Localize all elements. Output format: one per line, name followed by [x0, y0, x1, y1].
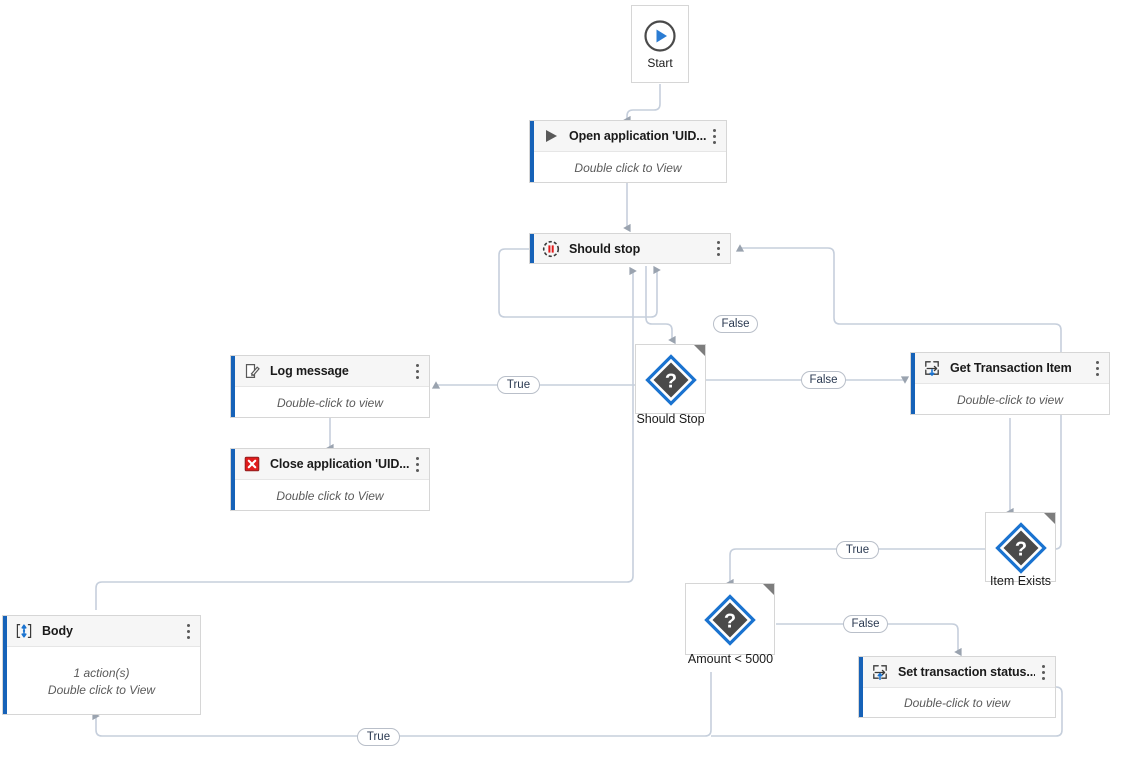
- question-diamond-icon: ?: [995, 522, 1047, 579]
- node-accent-bar: [231, 449, 235, 510]
- node-subtitle-line-1: 1 action(s): [73, 665, 129, 682]
- node-item-exists[interactable]: ?: [985, 512, 1056, 582]
- node-subtitle: Double-click to view: [277, 395, 383, 412]
- node-accent-bar: [911, 353, 915, 414]
- node-accent-bar: [530, 234, 534, 263]
- node-menu-button[interactable]: [1035, 661, 1051, 683]
- node-title: Log message: [270, 364, 409, 378]
- svg-text:?: ?: [664, 371, 676, 393]
- node-title: Open application 'UID...: [569, 129, 706, 143]
- node-header[interactable]: Log message: [231, 356, 429, 387]
- node-menu-button[interactable]: [1089, 357, 1105, 379]
- edge-label-false-amount: False: [843, 615, 888, 633]
- node-header[interactable]: Body: [3, 616, 200, 647]
- pencil-note-icon: [243, 362, 261, 380]
- node-body: Double click to View: [530, 152, 726, 184]
- node-amount-check-label: Amount < 5000: [665, 652, 796, 666]
- node-start-label: Start: [647, 56, 672, 70]
- workflow-canvas[interactable]: Start Open application 'UID... Double cl…: [0, 0, 1141, 761]
- collapse-corner-icon[interactable]: [763, 584, 774, 595]
- transaction-in-icon: [923, 359, 941, 377]
- node-body: Double-click to view: [911, 384, 1109, 416]
- node-body: Double-click to view: [231, 387, 429, 419]
- node-subtitle: Double-click to view: [904, 695, 1010, 712]
- node-title: Should stop: [569, 242, 710, 256]
- node-body: 1 action(s) Double click to View: [3, 647, 200, 716]
- node-header[interactable]: Open application 'UID...: [530, 121, 726, 152]
- question-diamond-icon: ?: [704, 594, 756, 651]
- play-triangle-icon: [542, 127, 560, 145]
- node-amount-check[interactable]: ?: [685, 583, 775, 655]
- node-menu-button[interactable]: [706, 125, 722, 147]
- sequence-icon: [15, 622, 33, 640]
- node-subtitle: Double click to View: [574, 160, 681, 177]
- node-should-stop-activity[interactable]: Should stop: [529, 233, 731, 264]
- node-subtitle: Double-click to view: [957, 392, 1063, 409]
- svg-text:?: ?: [724, 611, 736, 633]
- node-accent-bar: [3, 616, 7, 714]
- node-menu-button[interactable]: [409, 360, 425, 382]
- node-subtitle-line-2: Double click to View: [48, 682, 155, 699]
- node-should-stop-decision-label: Should Stop: [605, 412, 736, 426]
- node-open-application[interactable]: Open application 'UID... Double click to…: [529, 120, 727, 183]
- node-body: Double click to View: [231, 480, 429, 512]
- node-menu-button[interactable]: [710, 238, 726, 260]
- node-close-application[interactable]: Close application 'UID... Double click t…: [230, 448, 430, 511]
- edge-label-true-log-message: True: [497, 376, 540, 394]
- node-should-stop-decision[interactable]: ?: [635, 344, 706, 414]
- node-body-container[interactable]: Body 1 action(s) Double click to View: [2, 615, 201, 715]
- play-circle-icon: [643, 19, 677, 53]
- node-item-exists-label: Item Exists: [955, 574, 1086, 588]
- node-title: Body: [42, 624, 180, 638]
- node-get-transaction-item[interactable]: Get Transaction Item Double-click to vie…: [910, 352, 1110, 415]
- stop-pause-icon: [542, 240, 560, 258]
- node-subtitle: Double click to View: [276, 488, 383, 505]
- node-title: Set transaction status...: [898, 665, 1035, 679]
- node-header[interactable]: Get Transaction Item: [911, 353, 1109, 384]
- node-menu-button[interactable]: [409, 453, 425, 475]
- edge-label-false-get-item: False: [801, 371, 846, 389]
- node-title: Close application 'UID...: [270, 457, 409, 471]
- node-header[interactable]: Close application 'UID...: [231, 449, 429, 480]
- node-set-transaction-status[interactable]: Set transaction status... Double-click t…: [858, 656, 1056, 718]
- node-accent-bar: [859, 657, 863, 717]
- node-header[interactable]: Should stop: [530, 234, 730, 263]
- node-title: Get Transaction Item: [950, 361, 1089, 375]
- svg-text:?: ?: [1014, 539, 1026, 561]
- node-accent-bar: [231, 356, 235, 417]
- node-start[interactable]: Start: [631, 5, 689, 83]
- edge-label-true-item-exists: True: [836, 541, 879, 559]
- node-body: Double-click to view: [859, 688, 1055, 719]
- red-x-icon: [243, 455, 261, 473]
- node-menu-button[interactable]: [180, 620, 196, 642]
- edge-label-true-amount: True: [357, 728, 400, 746]
- edge-label-false-should-stop: False: [713, 315, 758, 333]
- node-log-message[interactable]: Log message Double-click to view: [230, 355, 430, 418]
- node-header[interactable]: Set transaction status...: [859, 657, 1055, 688]
- node-accent-bar: [530, 121, 534, 182]
- question-diamond-icon: ?: [645, 354, 697, 411]
- transaction-out-icon: [871, 663, 889, 681]
